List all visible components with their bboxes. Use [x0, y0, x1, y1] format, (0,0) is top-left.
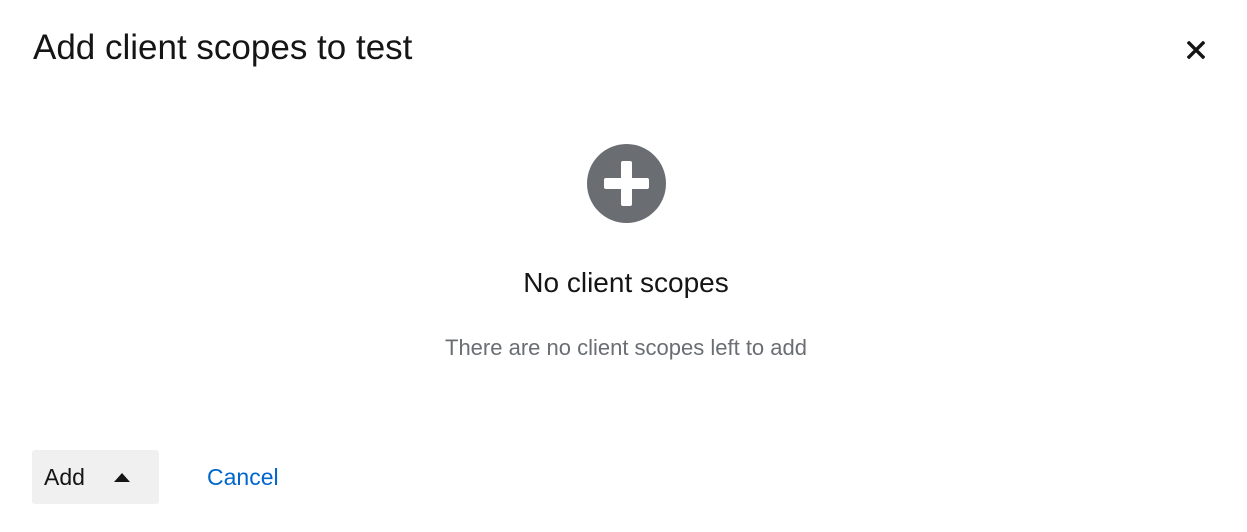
cancel-button[interactable]: Cancel	[207, 462, 279, 492]
modal-footer: Add Cancel	[32, 450, 279, 504]
add-client-scopes-modal: Add client scopes to test No client scop…	[0, 0, 1247, 532]
caret-up-icon	[113, 472, 130, 482]
close-icon	[1187, 41, 1205, 59]
plus-circle-icon	[587, 144, 666, 223]
modal-title: Add client scopes to test	[33, 28, 413, 67]
empty-state-title: No client scopes	[523, 267, 729, 298]
close-button[interactable]	[1176, 30, 1216, 70]
add-label: Add	[44, 464, 85, 490]
add-dropdown-toggle[interactable]: Add	[32, 450, 159, 504]
empty-state-body: There are no client scopes left to add	[445, 335, 807, 360]
